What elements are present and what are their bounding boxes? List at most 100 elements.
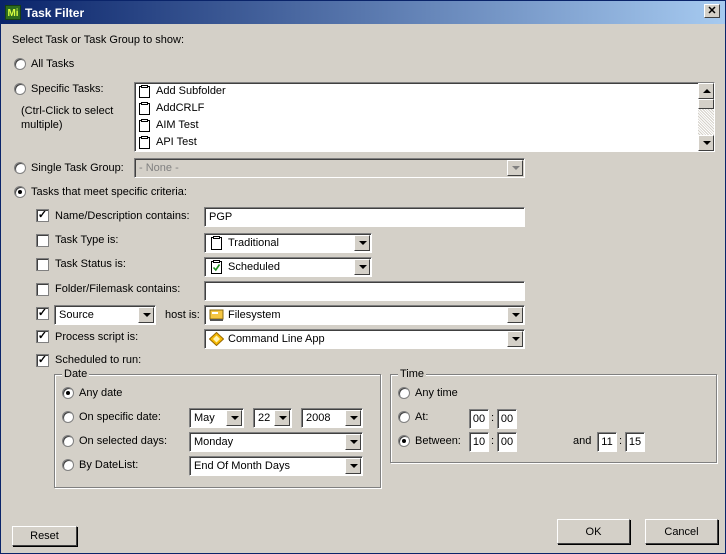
selected-days-value: Monday [194,436,234,448]
specific-date-label: On specific date: [79,411,161,423]
scroll-up-button[interactable] [698,83,714,99]
datelist-select[interactable]: End Of Month Days [189,456,363,476]
specific-tasks-radio[interactable] [14,83,26,95]
datelist-radio[interactable] [62,459,74,471]
name-desc-input[interactable]: PGP [204,207,525,227]
cancel-button[interactable]: Cancel [645,519,718,544]
list-scrollbar[interactable] [698,83,714,151]
single-group-value: - None - [139,162,179,174]
at-time-radio[interactable] [398,411,410,423]
process-script-checkbox[interactable]: ✓ [36,330,49,343]
list-item-label: Add Subfolder [156,85,226,97]
and-label: and [573,435,592,447]
selected-days-radio[interactable] [62,435,74,447]
name-desc-checkbox[interactable]: ✓ [36,209,49,222]
specific-tasks-hint-line1: (Ctrl-Click to select [21,105,114,117]
task-status-dropdown-button[interactable] [354,259,370,275]
app-logo-icon: Mi [5,5,21,20]
scheduled-task-icon [211,260,222,274]
date-legend: Date [62,368,90,380]
scroll-track[interactable] [698,109,714,135]
any-time-radio[interactable] [398,387,410,399]
task-type-label: Task Type is: [55,234,119,246]
to-minute-input[interactable]: 15 [625,432,645,452]
task-status-select[interactable]: Scheduled [204,257,372,277]
scroll-thumb[interactable] [698,99,714,109]
host-dropdown-button[interactable] [507,307,523,323]
host-side-dropdown-button[interactable] [138,307,154,323]
any-date-radio[interactable] [62,387,74,399]
ok-button[interactable]: OK [557,519,630,544]
task-icon [139,85,150,98]
single-group-radio[interactable] [14,162,26,174]
host-select[interactable]: Filesystem [204,305,525,325]
task-status-value: Scheduled [228,261,280,273]
task-status-label: Task Status is: [55,258,126,270]
month-select[interactable]: May [189,408,244,428]
specific-tasks-hint-line2: multiple) [21,119,63,131]
datelist-value: End Of Month Days [194,460,290,472]
host-checkbox[interactable]: ✓ [36,307,49,320]
select-prompt: Select Task or Task Group to show: [12,34,185,46]
list-item-label: API Test [156,136,197,148]
list-item-label: AddCRLF [156,102,205,114]
single-group-select[interactable]: - None - [134,158,525,178]
single-group-label: Single Task Group: [31,162,124,174]
all-tasks-radio[interactable] [14,58,26,70]
host-label: host is: [165,309,200,321]
specific-date-radio[interactable] [62,411,74,423]
scheduled-label: Scheduled to run: [55,354,142,366]
scroll-down-button[interactable] [698,135,714,151]
datelist-dropdown-button[interactable] [345,458,361,474]
selected-days-dropdown-button[interactable] [345,434,361,450]
from-hour-input[interactable]: 10 [469,432,489,452]
window-title: Task Filter [25,6,85,20]
at-hour-input[interactable]: 00 [469,409,489,429]
folder-mask-checkbox[interactable] [36,283,49,296]
task-status-checkbox[interactable] [36,258,49,271]
year-select[interactable]: 2008 [301,408,363,428]
folder-mask-label: Folder/Filemask contains: [55,283,181,295]
scheduled-checkbox[interactable]: ✓ [36,354,49,367]
title-bar[interactable]: Mi Task Filter ✕ [1,1,725,24]
at-minute-input[interactable]: 00 [497,409,517,429]
any-time-label: Any time [415,387,458,399]
at-time-separator: : [491,412,495,424]
specific-tasks-list[interactable]: Add Subfolder AddCRLF AIM Test API Test [134,82,715,152]
all-tasks-label: All Tasks [31,58,75,70]
single-group-dropdown-button[interactable] [507,160,523,176]
specific-tasks-label: Specific Tasks: [31,83,104,95]
process-script-label: Process script is: [55,331,139,343]
at-time-label: At: [415,411,429,423]
criteria-radio[interactable] [14,186,26,198]
reset-button[interactable]: Reset [12,526,77,546]
selected-days-label: On selected days: [79,435,168,447]
folder-mask-input[interactable] [204,281,525,301]
list-item-label: AIM Test [156,119,199,131]
host-side-select[interactable]: Source [54,305,156,325]
from-time-separator: : [491,435,495,447]
month-value: May [194,412,215,424]
to-hour-input[interactable]: 11 [597,432,617,452]
selected-days-select[interactable]: Monday [189,432,363,452]
day-select[interactable]: 22 [253,408,292,428]
script-diamond-icon [209,332,224,346]
task-type-checkbox[interactable] [36,234,49,247]
process-script-select[interactable]: Command Line App [204,329,525,349]
process-script-value: Command Line App [228,333,325,345]
between-radio[interactable] [398,435,410,447]
from-minute-input[interactable]: 00 [497,432,517,452]
day-dropdown-button[interactable] [274,410,290,426]
year-dropdown-button[interactable] [345,410,361,426]
datelist-label: By DateList: [79,459,139,471]
task-icon [211,236,222,250]
day-value: 22 [258,412,271,424]
host-side-value: Source [59,309,94,321]
task-type-select[interactable]: Traditional [204,233,372,253]
process-script-dropdown-button[interactable] [507,331,523,347]
close-button[interactable]: ✕ [704,4,720,18]
month-dropdown-button[interactable] [226,410,242,426]
between-label: Between: [415,435,461,447]
task-type-dropdown-button[interactable] [354,235,370,251]
task-filter-dialog: Mi Task Filter ✕ Select Task or Task Gro… [0,0,726,554]
